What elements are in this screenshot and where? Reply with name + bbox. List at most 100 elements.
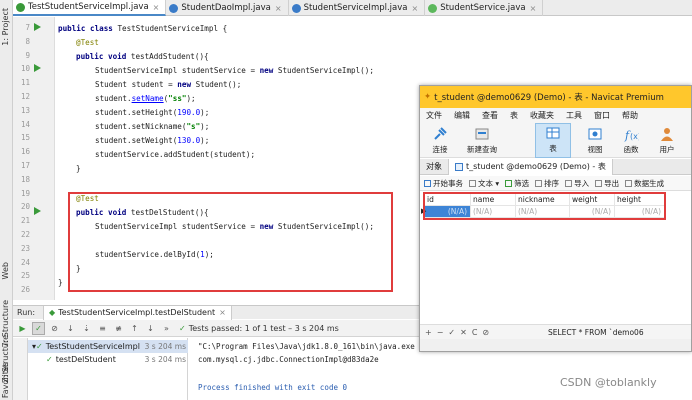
test-tree-item[interactable]: ✓ testDelStudent 3 s 204 ms [28, 353, 188, 366]
web-tool-tab[interactable]: Web [1, 262, 10, 279]
line-number: 23 [20, 243, 30, 253]
test-tree[interactable]: ▾ ✓ TestStudentServiceImpl 3 s 204 ms ✓ … [28, 338, 188, 400]
left-tool-strip: 1: Project Web 7: Structure Z: Structure… [0, 0, 13, 400]
code-line: } [76, 164, 81, 173]
navicat-window[interactable]: ✦ t_student @demo0629 (Demo) - 表 - Navic… [419, 85, 692, 352]
tab-label: StudentDaoImpl.java [181, 3, 271, 13]
close-icon[interactable]: × [153, 3, 160, 12]
export-icon [595, 179, 603, 187]
tool-label: 新建查询 [467, 145, 497, 154]
java-class-icon [16, 2, 25, 12]
run-test-icon[interactable] [32, 206, 42, 216]
text-dropdown[interactable]: 文本 ▾ [469, 178, 499, 189]
close-icon[interactable]: × [530, 4, 537, 13]
menu-file[interactable]: 文件 [426, 110, 442, 121]
code-line: studentService.addStudent(student); [95, 150, 256, 159]
tab-student-service-impl[interactable]: StudentServiceImpl.java × [289, 0, 426, 16]
sort-alpha-icon[interactable]: ↓ [64, 322, 77, 335]
menu-view[interactable]: 查看 [482, 110, 498, 121]
table-icon [455, 162, 463, 171]
tab-objects[interactable]: 对象 [420, 159, 448, 175]
tab-student-service[interactable]: StudentService.java × [425, 0, 544, 16]
menu-help[interactable]: 帮助 [622, 110, 638, 121]
sql-preview: SELECT * FROM `demo06 [548, 328, 644, 337]
test-time: 3 s 204 ms [144, 342, 186, 351]
import-icon [565, 179, 573, 187]
begin-transaction-button[interactable]: 开始事务 [424, 178, 463, 189]
menu-edit[interactable]: 编辑 [454, 110, 470, 121]
user-icon [661, 128, 673, 141]
line-number: 10 [20, 64, 30, 74]
data-generation-button[interactable]: 数据生成 [625, 178, 664, 189]
more-icon[interactable]: » [160, 322, 173, 335]
line-number: 25 [20, 271, 30, 281]
navicat-title-bar[interactable]: ✦ t_student @demo0629 (Demo) - 表 - Navic… [420, 86, 691, 108]
java-class-icon [291, 3, 301, 13]
code-line: } [58, 278, 63, 287]
function-icon: f(x) [624, 129, 639, 142]
run-class-icon[interactable] [32, 22, 42, 32]
close-icon[interactable]: × [219, 308, 226, 317]
show-passed-icon[interactable]: ✓ [32, 321, 45, 335]
tab-test-student-service-impl[interactable]: TestStudentServiceImpl.java × [13, 0, 167, 16]
project-tool-tab[interactable]: 1: Project [1, 8, 10, 46]
close-icon[interactable]: × [275, 4, 282, 13]
function-button[interactable]: f(x) 函数 [613, 123, 649, 158]
user-button[interactable]: 用户 [649, 123, 685, 158]
rerun-icon[interactable]: ▶ [16, 322, 29, 335]
add-record-button[interactable]: + [425, 328, 432, 337]
transaction-icon [424, 179, 431, 187]
filter-button[interactable]: 筛选 [505, 178, 529, 189]
menu-window[interactable]: 窗口 [594, 110, 610, 121]
tool-label: 函数 [623, 145, 639, 154]
line-number: 12 [20, 92, 30, 101]
close-icon[interactable]: × [412, 4, 419, 13]
test-tree-item[interactable]: ▾ ✓ TestStudentServiceImpl 3 s 204 ms [28, 340, 188, 353]
line-number: 11 [20, 78, 30, 88]
navicat-status-bar [420, 339, 691, 351]
run-label: Run: [17, 308, 36, 317]
stop-button[interactable]: ⊘ [482, 328, 489, 337]
menu-favorites[interactable]: 收藏夹 [530, 110, 554, 121]
sort-duration-icon[interactable]: ⇣ [80, 322, 93, 335]
line-number: 26 [20, 285, 30, 295]
sort-button[interactable]: 排序 [535, 178, 559, 189]
code-line: student.setHeight(190.0); [95, 108, 210, 117]
line-number: 18 [20, 174, 30, 184]
delete-record-button[interactable]: − [437, 328, 444, 337]
tab-t-student[interactable]: t_student @demo0629 (Demo) - 表 [448, 158, 613, 175]
table-icon [546, 127, 560, 139]
export-button[interactable]: 导出 [595, 178, 619, 189]
check-icon: ✓ [46, 355, 53, 364]
prev-icon[interactable]: ↑ [128, 322, 141, 335]
menu-tools[interactable]: 工具 [566, 110, 582, 121]
text-icon [469, 179, 476, 187]
run-config-tab[interactable]: ◆ TestStudentServiceImpl.testDelStudent … [43, 305, 232, 320]
run-test-icon[interactable] [32, 63, 42, 73]
favorites-tool-tab[interactable]: 2: Favorites [1, 362, 10, 400]
next-icon[interactable]: ↓ [144, 322, 157, 335]
line-number: 22 [20, 230, 30, 239]
discard-button[interactable]: ✕ [460, 328, 467, 337]
tab-student-dao-impl[interactable]: StudentDaoImpl.java × [166, 0, 289, 16]
console-line: com.mysql.cj.jdbc.ConnectionImpl@d83da2e [198, 355, 379, 364]
refresh-button[interactable]: C [472, 328, 478, 337]
console-line: "C:\Program Files\Java\jdk1.8.0_161\bin\… [198, 342, 415, 351]
collapse-all-icon[interactable]: ≢ [112, 322, 125, 335]
import-button[interactable]: 导入 [565, 178, 589, 189]
test-tree-label: testDelStudent [55, 355, 116, 364]
new-query-button[interactable]: 新建查询 [464, 123, 500, 158]
table-button[interactable]: 表 [535, 123, 571, 158]
svg-text:(x): (x) [630, 132, 639, 141]
menu-table[interactable]: 表 [510, 110, 518, 121]
line-number: 20 [20, 202, 30, 212]
apply-button[interactable]: ✓ [448, 328, 455, 337]
code-line: student.setName("ss"); [95, 94, 196, 103]
line-number: 9 [25, 50, 30, 60]
expand-all-icon[interactable]: ≡ [96, 322, 109, 335]
view-button[interactable]: 视图 [577, 123, 613, 158]
show-ignored-icon[interactable]: ⊘ [48, 322, 61, 335]
sort-icon [535, 179, 543, 187]
connect-button[interactable]: 连接 [422, 123, 458, 158]
line-number: 16 [20, 147, 30, 157]
